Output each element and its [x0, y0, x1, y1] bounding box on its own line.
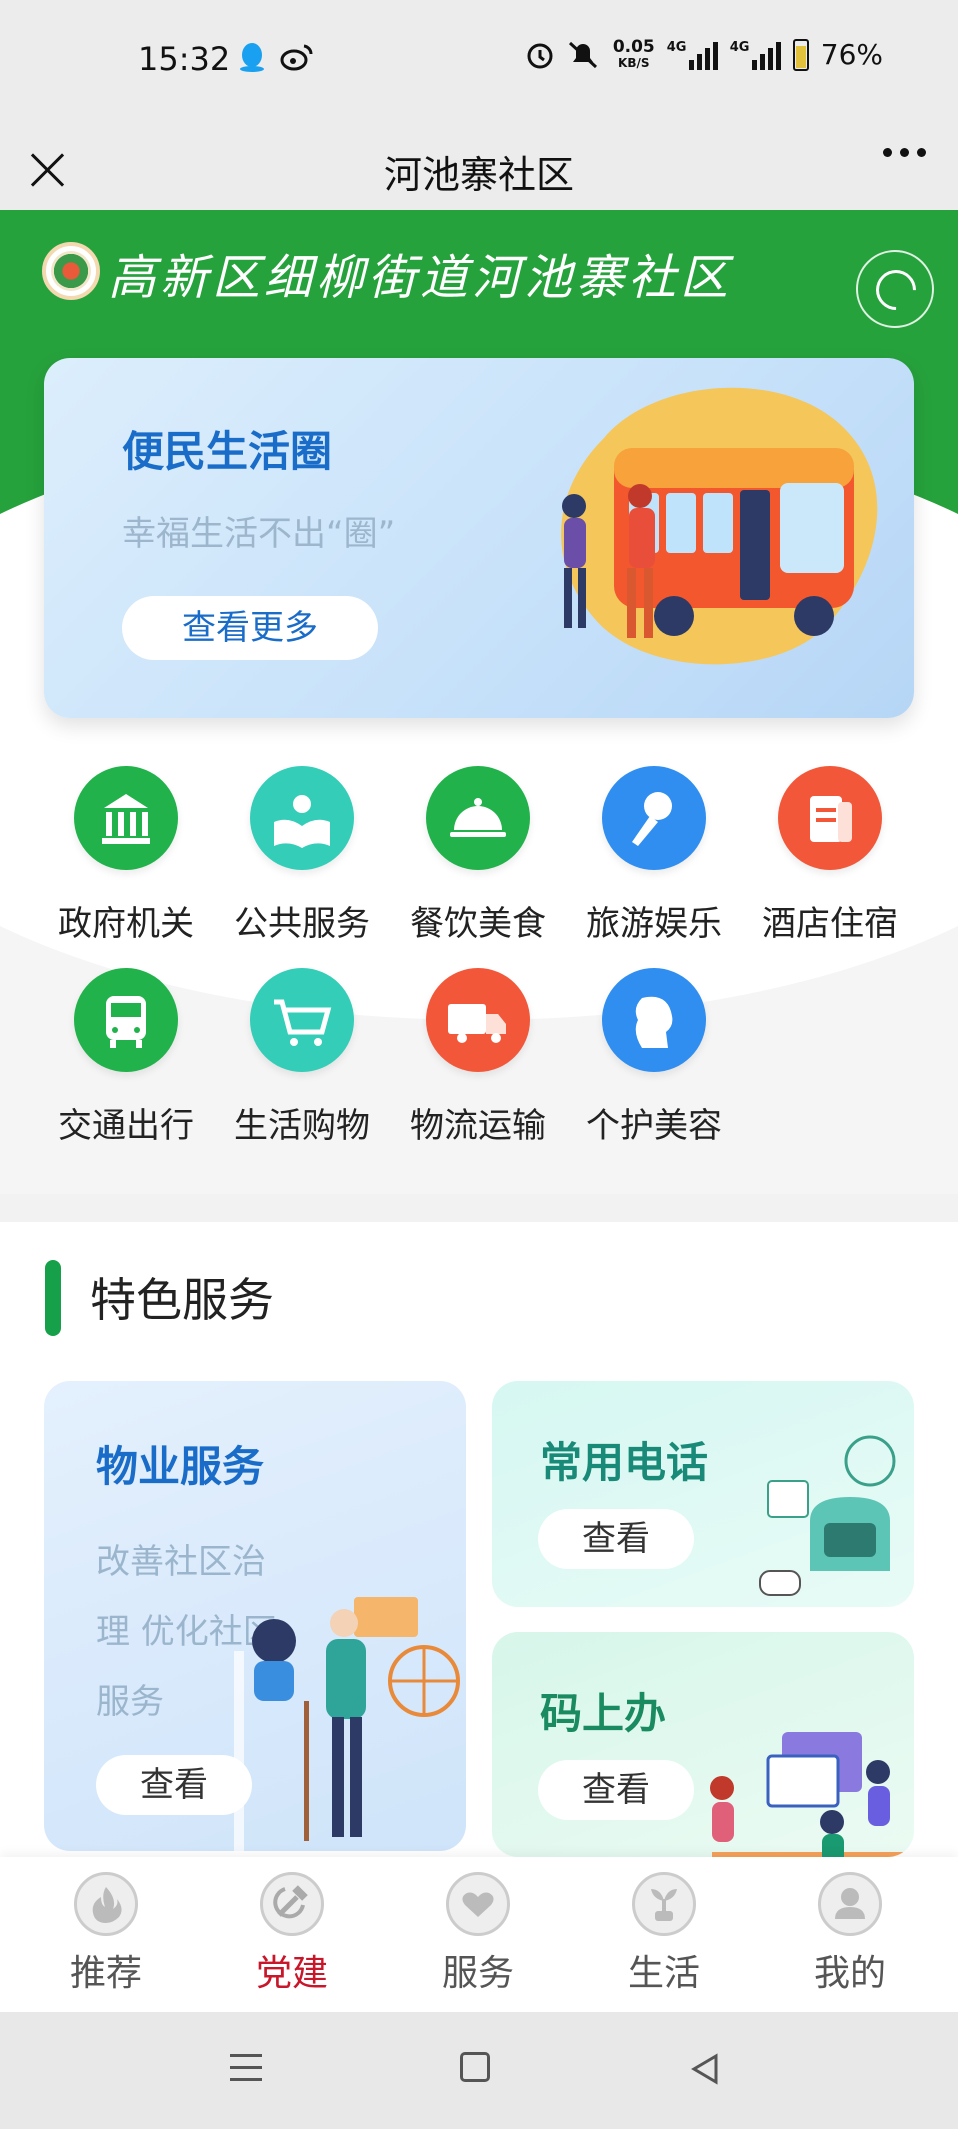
- service-staff-illustration: [234, 1597, 460, 1851]
- community-title: 高新区细柳街道河池寨社区: [108, 250, 733, 306]
- signal-icon: 4G: [667, 40, 718, 70]
- hammer-sickle-icon: [260, 1872, 324, 1936]
- heart-hand-icon: [446, 1872, 510, 1936]
- document-icon: [778, 766, 882, 870]
- tab-me[interactable]: 我的: [780, 1857, 920, 1996]
- category-beauty[interactable]: 个护美容: [574, 968, 734, 1147]
- category-label: 酒店住宿: [762, 904, 898, 944]
- net-speed-value: 0.05: [612, 36, 655, 57]
- title-bar: 河池寨社区: [0, 122, 958, 210]
- property-service-card[interactable]: 物业服务 改善社区治理 优化社区服务 查看: [44, 1381, 466, 1851]
- tab-recommend[interactable]: 推荐: [36, 1857, 176, 1996]
- plant-icon: [632, 1872, 696, 1936]
- office-workers-illustration: [710, 1732, 912, 1857]
- section-accent-bar: [45, 1260, 61, 1336]
- truck-icon: [426, 968, 530, 1072]
- category-label: 交通出行: [58, 1106, 194, 1146]
- app-root: 15:32 0.05 KB/S 4G 4G 76% 河池寨社区 高新区细柳街道河…: [0, 0, 958, 2129]
- category-label: 政府机关: [58, 904, 194, 944]
- bus-icon: [74, 968, 178, 1072]
- category-label: 个护美容: [586, 1106, 722, 1146]
- flame-icon: [74, 1872, 138, 1936]
- category-logistics[interactable]: 物流运输: [398, 968, 558, 1147]
- life-circle-banner[interactable]: 便民生活圈 幸福生活不出“圈” 查看更多: [44, 358, 914, 718]
- status-time: 15:32: [138, 40, 231, 78]
- face-profile-icon: [602, 968, 706, 1072]
- qr-service-view-button[interactable]: 查看: [538, 1760, 694, 1820]
- page-title: 河池寨社区: [383, 153, 574, 197]
- card-title: 物业服务: [96, 1442, 265, 1491]
- weibo-icon: [280, 44, 313, 71]
- tab-service[interactable]: 服务: [408, 1857, 548, 1996]
- tab-label: 党建: [255, 1953, 328, 1994]
- phone-directory-card[interactable]: 常用电话 查看: [492, 1381, 914, 1607]
- status-bar: 15:32 0.05 KB/S 4G 4G 76%: [0, 0, 958, 122]
- category-label: 物流运输: [410, 1106, 546, 1146]
- category-food[interactable]: 餐饮美食: [398, 766, 558, 945]
- bottom-tab-bar: 推荐 党建 服务 生活 我的: [0, 1857, 958, 2012]
- tab-label: 生活: [627, 1953, 700, 1994]
- tab-party-building[interactable]: 党建: [222, 1857, 362, 1996]
- view-more-button[interactable]: 查看更多: [122, 596, 378, 660]
- category-transport[interactable]: 交通出行: [46, 968, 206, 1147]
- property-service-view-button[interactable]: 查看: [96, 1755, 252, 1815]
- menu-icon[interactable]: [230, 2054, 262, 2082]
- status-right: 0.05 KB/S 4G 4G 76%: [525, 38, 883, 71]
- card-title: 常用电话: [540, 1438, 709, 1487]
- category-label: 公共服务: [234, 904, 370, 944]
- home-icon[interactable]: [460, 2052, 490, 2082]
- tab-label: 推荐: [69, 1953, 142, 1994]
- signal-2-label: 4G: [729, 39, 750, 55]
- signal-icon: 4G: [730, 40, 781, 70]
- notification-icons: [238, 42, 314, 72]
- search-icon[interactable]: [856, 250, 934, 328]
- category-label: 餐饮美食: [410, 904, 546, 944]
- qq-icon: [240, 43, 264, 72]
- tab-label: 服务: [441, 1953, 514, 1994]
- food-cloche-icon: [426, 766, 530, 870]
- microphone-icon: [602, 766, 706, 870]
- category-label: 生活购物: [234, 1106, 370, 1146]
- system-navigation-bar: [0, 2012, 958, 2129]
- net-speed-unit: KB/S: [618, 55, 650, 70]
- shopping-cart-icon: [250, 968, 354, 1072]
- bus-illustration: [561, 387, 878, 665]
- category-hotel[interactable]: 酒店住宿: [750, 766, 910, 945]
- more-options-icon[interactable]: [883, 148, 926, 157]
- alarm-icon: [527, 43, 553, 68]
- community-logo: [42, 242, 100, 300]
- mute-icon: [568, 41, 597, 68]
- banner-title: 便民生活圈: [122, 427, 333, 476]
- banner-subtitle: 幸福生活不出“圈”: [122, 514, 396, 554]
- user-icon: [818, 1872, 882, 1936]
- signal-1-label: 4G: [666, 39, 687, 55]
- card-title: 码上办: [540, 1689, 667, 1738]
- telephone-illustration: [759, 1435, 896, 1596]
- category-shopping[interactable]: 生活购物: [222, 968, 382, 1147]
- section-title: 特色服务: [90, 1273, 274, 1327]
- tab-life[interactable]: 生活: [594, 1857, 734, 1996]
- category-government[interactable]: 政府机关: [46, 766, 206, 945]
- section-divider: [0, 1194, 958, 1222]
- government-building-icon: [74, 766, 178, 870]
- battery-level: 76%: [820, 38, 883, 71]
- category-entertainment[interactable]: 旅游娱乐: [574, 766, 734, 945]
- back-icon[interactable]: [688, 2052, 722, 2086]
- reading-person-icon: [250, 766, 354, 870]
- qr-service-card[interactable]: 码上办 查看: [492, 1632, 914, 1857]
- battery-icon: [792, 38, 809, 71]
- category-label: 旅游娱乐: [586, 904, 722, 944]
- network-speed: 0.05 KB/S: [612, 36, 655, 71]
- tab-label: 我的: [813, 1953, 886, 1994]
- category-public-service[interactable]: 公共服务: [222, 766, 382, 945]
- phone-directory-view-button[interactable]: 查看: [538, 1509, 694, 1569]
